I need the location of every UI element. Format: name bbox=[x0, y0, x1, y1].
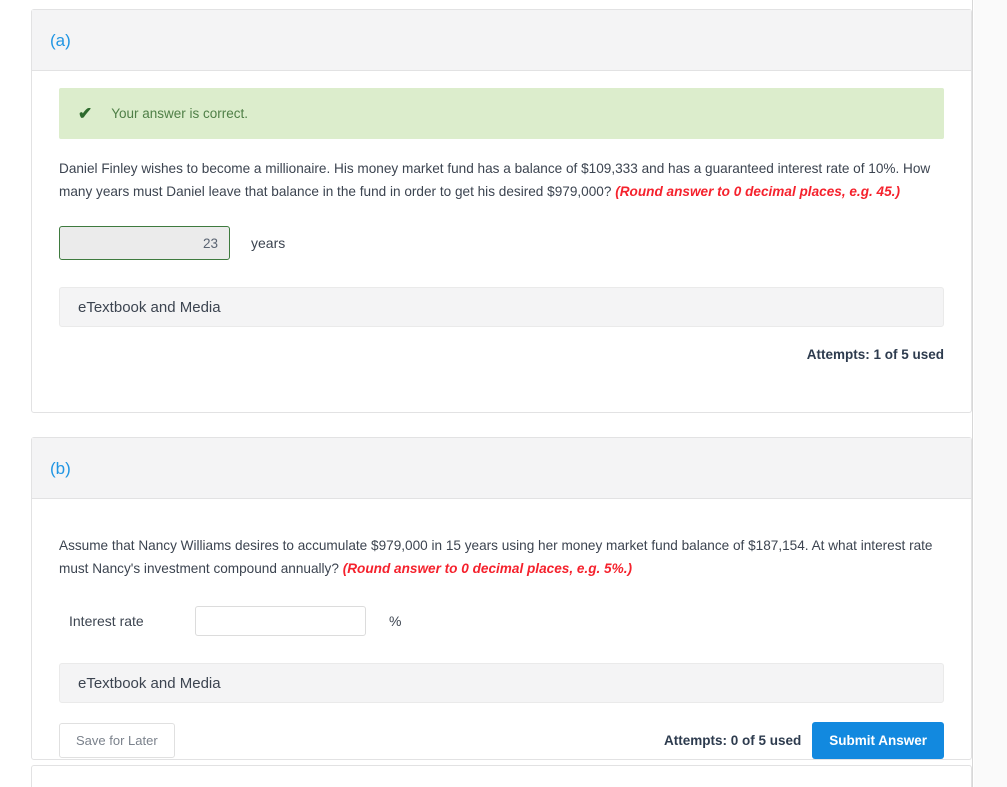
question-text-a: Daniel Finley wishes to become a million… bbox=[59, 158, 944, 203]
etextbook-label-b: eTextbook and Media bbox=[78, 674, 221, 692]
question-card-b: (b) Assume that Nancy Williams desires t… bbox=[31, 437, 972, 760]
card-b-body: Assume that Nancy Williams desires to ac… bbox=[32, 499, 971, 759]
part-label-b: (b) bbox=[50, 458, 71, 478]
question-card-next bbox=[31, 765, 972, 787]
card-b-footer-right: Attempts: 0 of 5 used Submit Answer bbox=[664, 722, 944, 759]
submit-answer-button[interactable]: Submit Answer bbox=[812, 722, 944, 759]
interest-rate-row: Interest rate % bbox=[59, 606, 944, 636]
years-answer-input[interactable] bbox=[59, 226, 230, 260]
question-hint-a: (Round answer to 0 decimal places, e.g. … bbox=[615, 183, 900, 199]
card-a-body: ✔ Your answer is correct. Daniel Finley … bbox=[32, 71, 971, 362]
page-body: (a) ✔ Your answer is correct. Daniel Fin… bbox=[17, 0, 972, 787]
assignment-page: (a) ✔ Your answer is correct. Daniel Fin… bbox=[0, 0, 1007, 787]
part-label-a: (a) bbox=[50, 30, 71, 50]
years-unit-label: years bbox=[251, 235, 286, 251]
question-card-a: (a) ✔ Your answer is correct. Daniel Fin… bbox=[31, 9, 972, 413]
left-gutter bbox=[0, 0, 17, 787]
card-a-header: (a) bbox=[32, 10, 971, 71]
check-icon: ✔ bbox=[78, 104, 93, 123]
attempts-counter-a: Attempts: 1 of 5 used bbox=[806, 347, 944, 362]
answer-correct-banner: ✔ Your answer is correct. bbox=[59, 88, 944, 139]
content-divider bbox=[972, 0, 973, 787]
question-hint-b: (Round answer to 0 decimal places, e.g. … bbox=[342, 560, 633, 576]
save-for-later-button[interactable]: Save for Later bbox=[59, 723, 175, 758]
etextbook-label-a: eTextbook and Media bbox=[78, 298, 221, 316]
interest-rate-input[interactable] bbox=[195, 606, 366, 636]
answer-row-a: years bbox=[59, 226, 944, 260]
percent-unit-label: % bbox=[389, 613, 402, 629]
answer-correct-text: Your answer is correct. bbox=[111, 106, 249, 121]
etextbook-and-media-bar-a[interactable]: eTextbook and Media bbox=[59, 287, 944, 327]
attempts-counter-b: Attempts: 0 of 5 used bbox=[663, 733, 802, 748]
right-gutter bbox=[974, 0, 1007, 787]
interest-rate-label: Interest rate bbox=[69, 613, 144, 629]
card-b-header: (b) bbox=[32, 438, 971, 499]
question-text-b: Assume that Nancy Williams desires to ac… bbox=[59, 535, 944, 580]
card-b-footer: Save for Later Attempts: 0 of 5 used Sub… bbox=[59, 722, 944, 759]
card-a-footer: Attempts: 1 of 5 used bbox=[59, 347, 944, 362]
etextbook-and-media-bar-b[interactable]: eTextbook and Media bbox=[59, 663, 944, 703]
